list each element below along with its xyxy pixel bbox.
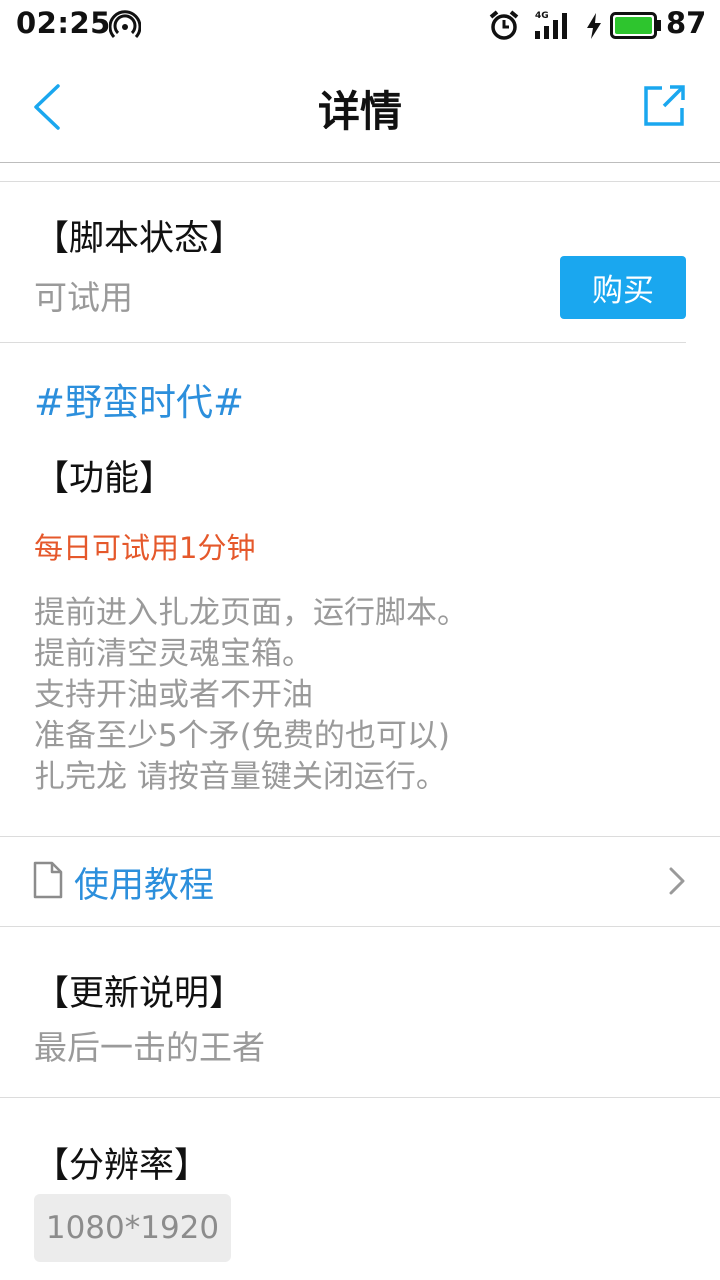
resolution-heading: 【分辨率】 xyxy=(34,1146,210,1186)
feature-line: 支持开油或者不开油 xyxy=(34,677,313,713)
script-status-value: 可试用 xyxy=(34,278,133,317)
battery-icon xyxy=(610,12,661,39)
script-status-heading: 【脚本状态】 xyxy=(34,219,245,259)
chevron-right-icon xyxy=(669,867,685,895)
status-bar: 02:25 4G 87 xyxy=(0,0,720,52)
hotspot-icon xyxy=(109,10,141,39)
battery-level: 87 xyxy=(666,6,707,40)
feature-line: 准备至少5个矛(免费的也可以) xyxy=(34,718,450,754)
feature-line: 扎完龙 请按音量键关闭运行。 xyxy=(34,759,447,795)
signal-icon: 4G xyxy=(535,11,567,39)
resolution-badge: 1080*1920 xyxy=(34,1194,231,1262)
share-icon[interactable] xyxy=(642,82,688,128)
document-icon xyxy=(33,861,63,899)
feature-line: 提前清空灵魂宝箱。 xyxy=(34,636,313,672)
status-time: 02:25 xyxy=(16,6,111,40)
tutorial-label: 使用教程 xyxy=(74,866,215,906)
divider xyxy=(0,342,686,343)
signal-type-label: 4G xyxy=(535,11,549,21)
update-heading: 【更新说明】 xyxy=(34,974,245,1014)
alarm-icon xyxy=(489,10,519,40)
update-text: 最后一击的王者 xyxy=(34,1028,265,1067)
buy-button[interactable]: 购买 xyxy=(560,256,686,319)
trial-notice: 每日可试用1分钟 xyxy=(34,531,256,565)
page-title: 详情 xyxy=(317,87,402,136)
nav-bar: 详情 xyxy=(0,52,720,163)
features-heading: 【功能】 xyxy=(34,459,175,499)
tutorial-row[interactable]: 使用教程 xyxy=(0,837,720,926)
feature-line: 提前进入扎龙页面，运行脚本。 xyxy=(34,595,468,631)
divider xyxy=(0,1097,720,1098)
divider xyxy=(0,926,720,927)
divider xyxy=(0,181,720,182)
feature-description: 提前进入扎龙页面，运行脚本。 提前清空灵魂宝箱。 支持开油或者不开油 准备至少5… xyxy=(34,593,684,798)
charging-icon xyxy=(587,13,601,39)
topic-tag[interactable]: #野蛮时代# xyxy=(34,372,244,426)
